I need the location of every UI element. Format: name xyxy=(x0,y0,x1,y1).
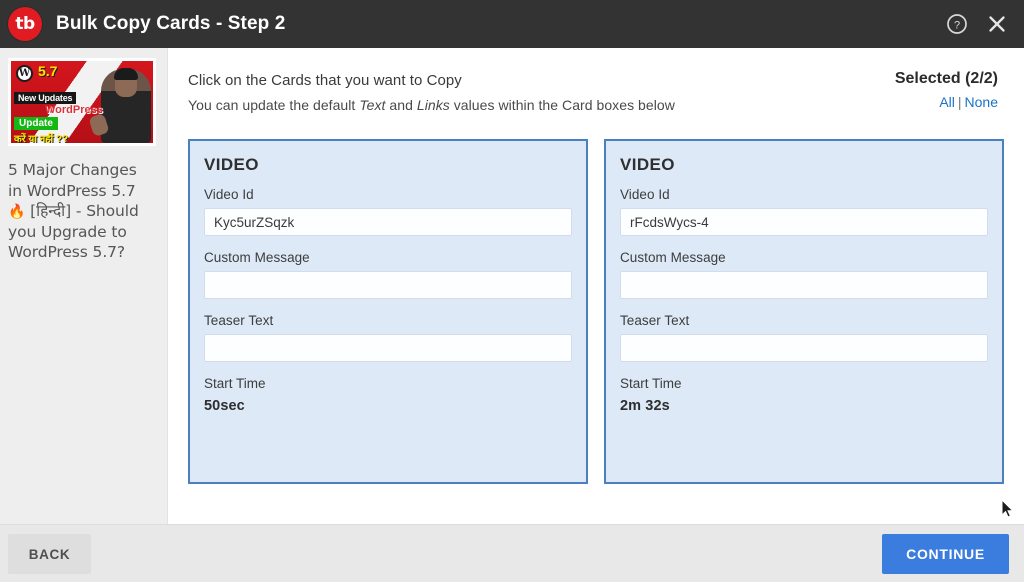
selection-links: All | None xyxy=(895,94,998,110)
dialog-titlebar: tb Bulk Copy Cards - Step 2 ? xyxy=(0,0,1024,48)
selected-count-label: Selected (2/2) xyxy=(894,70,998,87)
tubebuddy-logo: tb xyxy=(8,7,42,41)
custom-message-label: Custom Message xyxy=(620,250,726,265)
dialog-title: Bulk Copy Cards - Step 2 xyxy=(56,13,286,34)
back-button[interactable]: BACK xyxy=(8,534,91,574)
bulk-copy-cards-dialog: tb Bulk Copy Cards - Step 2 ? W 5.7 New … xyxy=(0,0,1024,582)
thumbnail-tag-wordpress: WordPress xyxy=(45,104,103,116)
video-title: 5 Major Changes in WordPress 5.7 🔥 [हिन्… xyxy=(8,160,155,263)
cards-main-panel: Click on the Cards that you want to Copy… xyxy=(168,48,1024,524)
video-sidebar: W 5.7 New Updates WordPress Update करें … xyxy=(0,48,168,524)
video-title-part1: 5 Major Changes in WordPress 5.7 xyxy=(8,161,137,200)
start-time-value: 2m 32s xyxy=(620,398,670,414)
help-circle-icon[interactable]: ? xyxy=(944,11,970,37)
card-item-1[interactable]: VIDEO Video Id Custom Message Teaser Tex… xyxy=(188,139,588,484)
video-id-input[interactable] xyxy=(620,208,988,236)
thumbnail-tag-question: करें या नहीं ?? xyxy=(14,134,69,145)
custom-message-label: Custom Message xyxy=(204,250,310,265)
logo-text: tb xyxy=(15,13,35,34)
thumbnail-version-text: 5.7 xyxy=(38,63,58,79)
selection-summary: Selected (2/2) All | None xyxy=(895,70,1004,110)
instructions-block: Click on the Cards that you want to Copy… xyxy=(188,70,675,113)
select-none-link[interactable]: None xyxy=(965,94,998,110)
svg-text:?: ? xyxy=(954,19,960,31)
teaser-text-label: Teaser Text xyxy=(204,313,274,328)
select-all-link[interactable]: All xyxy=(939,94,955,110)
selection-separator: | xyxy=(957,94,962,110)
thumbnail-tag-update: Update xyxy=(14,117,58,130)
start-time-label: Start Time xyxy=(204,376,266,391)
fire-icon: 🔥 xyxy=(8,204,26,221)
main-header: Click on the Cards that you want to Copy… xyxy=(188,70,1004,113)
cards-list: VIDEO Video Id Custom Message Teaser Tex… xyxy=(188,139,1004,484)
teaser-text-input[interactable] xyxy=(620,334,988,362)
card-item-2[interactable]: VIDEO Video Id Custom Message Teaser Tex… xyxy=(604,139,1004,484)
custom-message-input[interactable] xyxy=(204,271,572,299)
card-type-label: VIDEO xyxy=(620,155,675,174)
instruction-secondary-part3: values within the Card boxes below xyxy=(449,97,675,113)
video-id-label: Video Id xyxy=(620,187,670,202)
thumbnail-person-hair xyxy=(114,68,138,80)
wordpress-badge-icon: W xyxy=(16,65,33,82)
video-id-input[interactable] xyxy=(204,208,572,236)
start-time-label: Start Time xyxy=(620,376,682,391)
instruction-secondary: You can update the default Text and Link… xyxy=(188,97,675,113)
card-type-label: VIDEO xyxy=(204,155,259,174)
video-thumbnail: W 5.7 New Updates WordPress Update करें … xyxy=(8,58,156,146)
instruction-emphasis-text: Text xyxy=(359,97,386,113)
custom-message-input[interactable] xyxy=(620,271,988,299)
instruction-primary: Click on the Cards that you want to Copy xyxy=(188,72,462,89)
instruction-emphasis-links: Links xyxy=(416,97,450,113)
teaser-text-input[interactable] xyxy=(204,334,572,362)
titlebar-actions: ? xyxy=(944,11,1010,37)
instruction-secondary-part1: You can update the default xyxy=(188,97,360,113)
dialog-content: W 5.7 New Updates WordPress Update करें … xyxy=(0,48,1024,524)
continue-button[interactable]: CONTINUE xyxy=(882,534,1009,574)
dialog-footer: BACK CONTINUE xyxy=(0,524,1024,582)
start-time-value: 50sec xyxy=(204,398,245,414)
video-title-part2: [हिन्दी] - Should you Upgrade to WordPre… xyxy=(8,202,139,262)
video-id-label: Video Id xyxy=(204,187,254,202)
teaser-text-label: Teaser Text xyxy=(620,313,690,328)
close-icon[interactable] xyxy=(984,11,1010,37)
instruction-secondary-part2: and xyxy=(385,97,417,113)
thumbnail-tag-new-updates: New Updates xyxy=(14,92,77,104)
